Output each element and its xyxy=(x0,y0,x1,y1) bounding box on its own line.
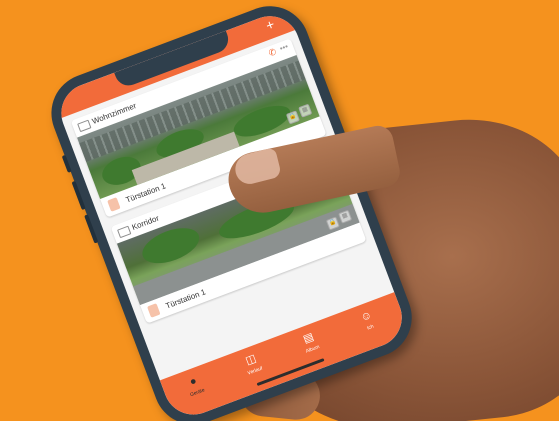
plus-icon[interactable]: + xyxy=(264,16,277,34)
tab-profile[interactable]: ☺ Ich xyxy=(341,301,395,339)
more-icon[interactable]: ••• xyxy=(278,42,289,53)
doorstation-icon xyxy=(107,197,121,212)
tab-album[interactable]: ▤ Album xyxy=(283,323,337,361)
phone-icon[interactable]: ✆ xyxy=(267,46,278,59)
door-icon[interactable]: ▦ xyxy=(298,103,313,118)
phone: + Wohnzimmer ✆ ••• 🔒 ▦ Türstation 1 Korr… xyxy=(40,0,424,421)
doorstation-icon xyxy=(147,303,161,318)
camera-icon xyxy=(77,119,92,133)
scene: + Wohnzimmer ✆ ••• 🔒 ▦ Türstation 1 Korr… xyxy=(0,0,559,421)
lock-icon[interactable]: 🔒 xyxy=(285,110,300,125)
camera-icon xyxy=(117,225,132,239)
tab-devices[interactable]: ● Geräte xyxy=(168,366,222,404)
